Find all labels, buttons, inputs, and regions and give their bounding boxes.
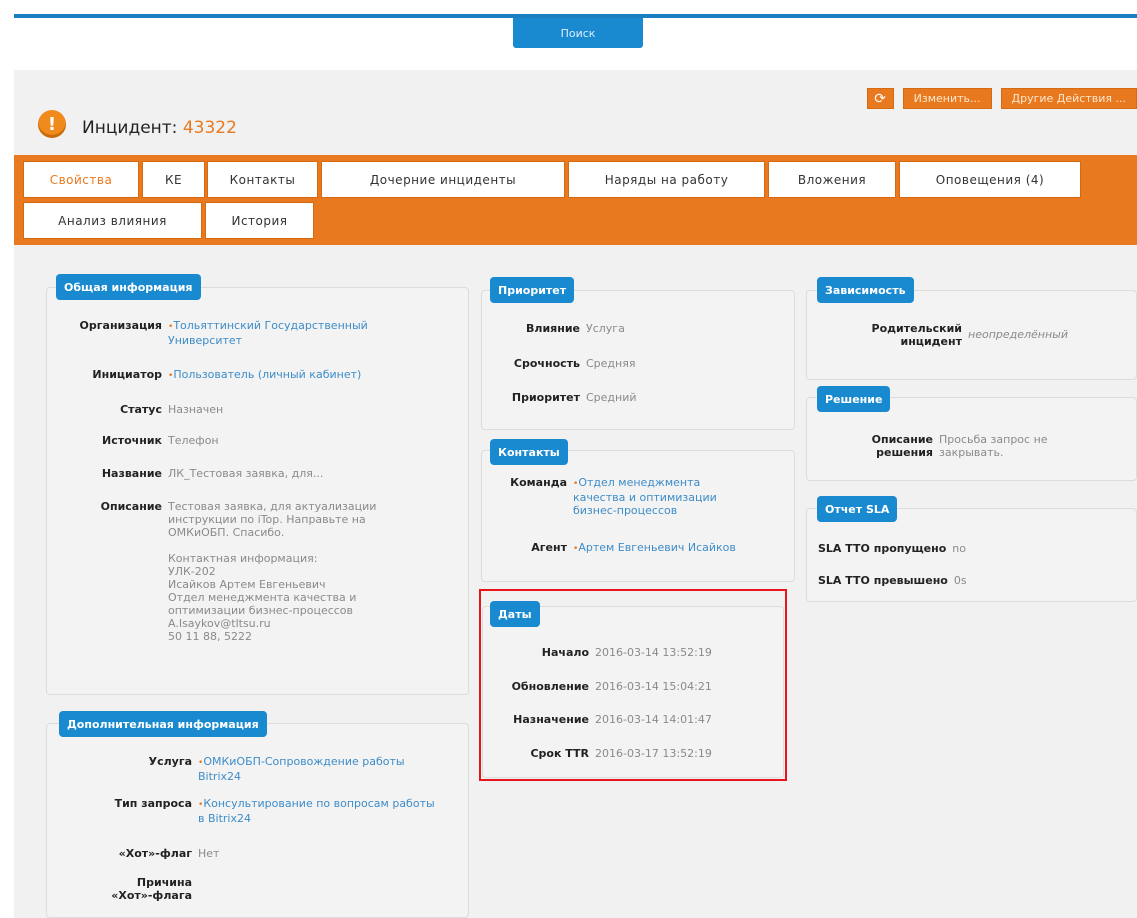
sla-panel <box>806 508 1137 602</box>
status-value: Назначен <box>168 403 224 416</box>
urgency-row: Срочность Средняя <box>485 357 636 370</box>
priority-label: Приоритет <box>511 391 580 404</box>
dependency-legend: Зависимость <box>817 277 914 303</box>
description-value: Тестовая заявка, для актуализации инстру… <box>168 500 377 643</box>
other-actions-button[interactable]: Другие Действия ... <box>1000 88 1137 109</box>
warning-icon: ! <box>38 110 66 138</box>
hot-flag-row: «Хот»-флаг Нет <box>50 847 220 860</box>
tab-work-orders[interactable]: Наряды на работу <box>568 161 765 198</box>
resolution-desc-label: Описание решения <box>871 433 933 459</box>
service-link[interactable]: ОМКиОБП-Сопровождение работы Bitrix24 <box>192 755 407 783</box>
urgency-label: Срочность <box>513 357 580 370</box>
additional-info-legend: Дополнительная информация <box>59 711 267 737</box>
status-row: Статус Назначен <box>50 403 223 416</box>
request-type-row: Тип запроса Консультирование по вопросам… <box>50 797 437 825</box>
tab-contacts[interactable]: Контакты <box>207 161 318 198</box>
edit-button[interactable]: Изменить... <box>902 88 992 109</box>
sla-tto-exceeded-label: SLA TTO превышено <box>818 574 948 587</box>
incident-number: 43322 <box>182 118 237 138</box>
service-label: Услуга <box>148 755 192 768</box>
org-label: Организация <box>79 319 162 332</box>
agent-label: Агент <box>531 541 567 554</box>
name-row: Название ЛК_Тестовая заявка, для... <box>50 467 324 480</box>
general-info-legend: Общая информация <box>56 274 201 300</box>
refresh-icon: ⟳ <box>874 90 886 107</box>
sla-tto-missed-value: no <box>952 542 966 555</box>
initiator-link[interactable]: Пользователь (личный кабинет) <box>162 368 432 383</box>
impact-value: Услуга <box>586 322 625 335</box>
name-label: Название <box>101 467 162 480</box>
hot-flag-value: Нет <box>198 847 220 860</box>
agent-link[interactable]: Артем Евгеньевич Исайков <box>567 541 737 556</box>
resolution-desc-value: Просьба запрос не закрывать. <box>939 433 1048 459</box>
page-title-label: Инцидент: <box>82 118 178 138</box>
parent-incident-value: неопределённый <box>968 328 1069 341</box>
contacts-legend: Контакты <box>490 439 568 465</box>
request-type-link[interactable]: Консультирование по вопросам работы в Bi… <box>192 797 437 825</box>
parent-incident-row: Родительский инцидент неопределённый <box>812 322 1069 348</box>
sla-tto-missed-label: SLA TTO пропущено <box>818 542 947 555</box>
parent-incident-label: Родительский инцидент <box>871 322 962 348</box>
tab-attachments[interactable]: Вложения <box>768 161 896 198</box>
service-row: Услуга ОМКиОБП-Сопровождение работы Bitr… <box>50 755 407 783</box>
status-label: Статус <box>120 403 162 416</box>
name-value: ЛК_Тестовая заявка, для... <box>168 467 324 480</box>
initiator-label: Инициатор <box>92 368 162 381</box>
page-title: Инцидент: 43322 <box>82 118 237 138</box>
agent-row: Агент Артем Евгеньевич Исайков <box>485 541 737 556</box>
priority-value: Средний <box>586 391 637 404</box>
hot-flag-label: «Хот»-флаг <box>118 847 192 860</box>
org-row: Организация Тольяттинский Государственны… <box>50 319 412 347</box>
tab-ci[interactable]: КЕ <box>142 161 205 198</box>
highlight-box <box>479 589 787 781</box>
urgency-value: Средняя <box>586 357 636 370</box>
priority-legend: Приоритет <box>490 277 575 303</box>
team-row: Команда Отдел менеджмента качества и опт… <box>485 476 737 517</box>
sla-tto-missed-row: SLA TTO пропущено no <box>818 542 966 555</box>
source-label: Источник <box>102 434 162 447</box>
refresh-button[interactable]: ⟳ <box>866 88 894 109</box>
tab-impact-analysis[interactable]: Анализ влияния <box>23 202 202 239</box>
request-type-label: Тип запроса <box>114 797 192 810</box>
source-value: Телефон <box>168 434 219 447</box>
team-link[interactable]: Отдел менеджмента качества и оптимизации… <box>567 476 737 517</box>
tab-child-incidents[interactable]: Дочерние инциденты <box>321 161 565 198</box>
priority-row: Приоритет Средний <box>485 391 637 404</box>
impact-row: Влияние Услуга <box>485 322 625 335</box>
search-tab[interactable]: Поиск <box>513 18 643 48</box>
tab-history[interactable]: История <box>205 202 314 239</box>
initiator-row: Инициатор Пользователь (личный кабинет) <box>50 368 432 383</box>
hot-flag-reason-row: Причина «Хот»-флага <box>50 876 192 902</box>
sla-tto-exceeded-value: 0s <box>953 574 967 587</box>
sla-tto-exceeded-row: SLA TTO превышено 0s <box>818 574 967 587</box>
team-label: Команда <box>510 476 567 489</box>
impact-label: Влияние <box>526 322 580 335</box>
tab-notifications[interactable]: Оповещения (4) <box>899 161 1081 198</box>
hot-flag-reason-label: Причина «Хот»-флага <box>111 876 192 902</box>
action-toolbar: ⟳ Изменить... Другие Действия ... <box>866 88 1137 109</box>
source-row: Источник Телефон <box>50 434 219 447</box>
resolution-desc-row: Описание решения Просьба запрос не закры… <box>812 433 1083 459</box>
sla-legend: Отчет SLA <box>817 496 898 522</box>
tab-properties[interactable]: Свойства <box>23 161 139 198</box>
description-row: Описание Тестовая заявка, для актуализац… <box>50 500 402 643</box>
search-tab-label: Поиск <box>560 26 596 40</box>
description-label: Описание <box>100 500 162 513</box>
org-link[interactable]: Тольяттинский Государственный Университе… <box>162 319 412 347</box>
resolution-legend: Решение <box>817 386 891 412</box>
